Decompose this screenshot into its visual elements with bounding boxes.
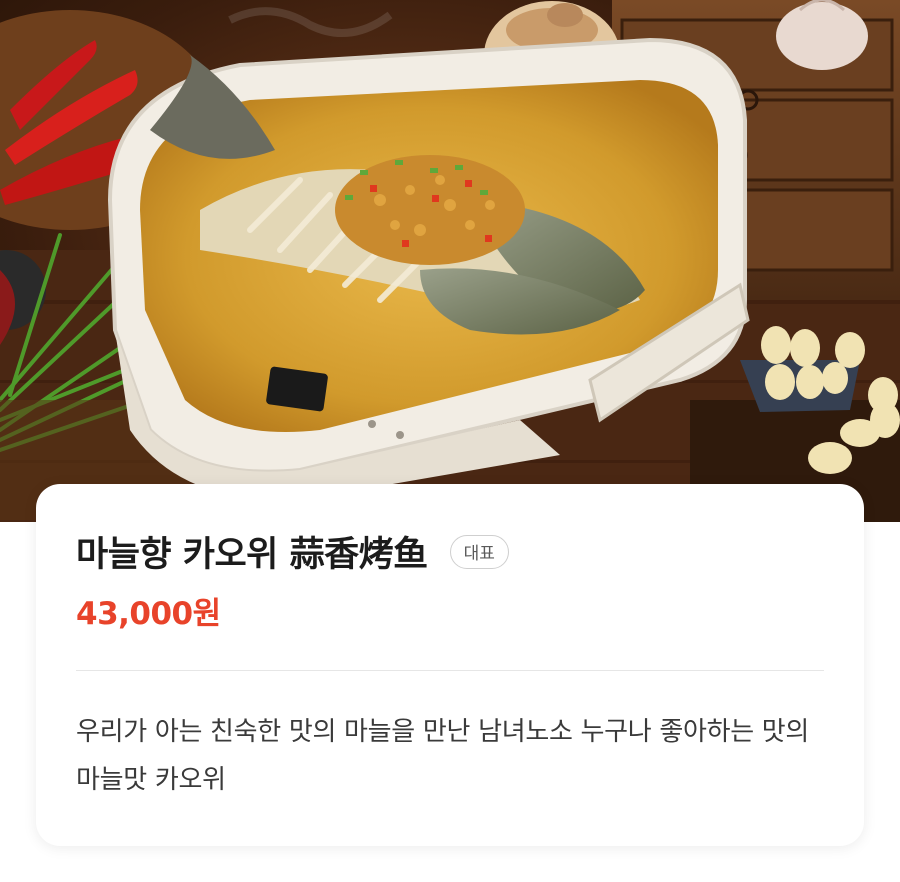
menu-item-description: 우리가 아는 친숙한 맛의 마늘을 만난 남녀노소 누구나 좋아하는 맛의 마늘… xyxy=(76,717,810,795)
menu-item-title: 마늘향 카오위 蒜香烤鱼 xyxy=(76,535,428,575)
menu-item-photo xyxy=(0,0,900,522)
title-row: 마늘향 카오위 蒜香烤鱼 대표 xyxy=(76,526,509,577)
menu-item-card: 마늘향 카오위 蒜香烤鱼 대표 43,000원 우리가 아는 친숙한 맛의 마늘… xyxy=(36,484,864,846)
grilled-fish-photo-illustration xyxy=(0,0,900,522)
signature-badge: 대표 xyxy=(449,534,509,569)
divider xyxy=(76,670,824,671)
menu-item-price: 43,000원 xyxy=(76,596,221,632)
